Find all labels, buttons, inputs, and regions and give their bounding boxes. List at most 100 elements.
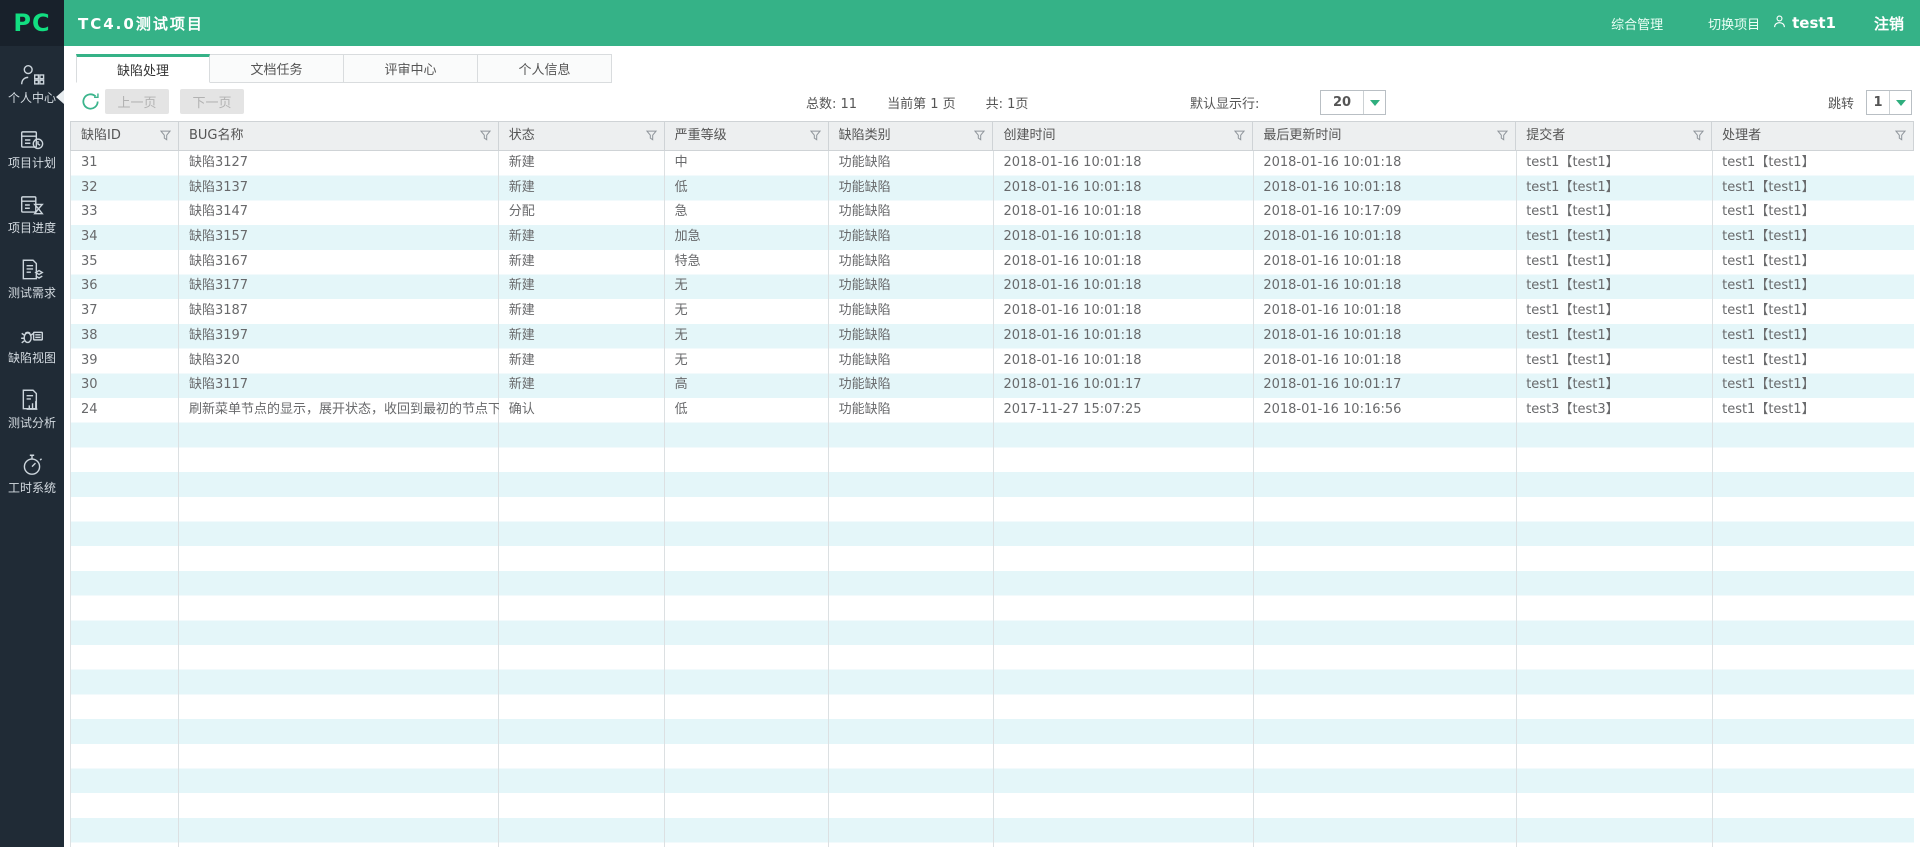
table-cell: 39 — [71, 349, 179, 374]
table-cell: 新建 — [499, 299, 665, 324]
column-header-label: 缺陷类别 — [839, 128, 891, 143]
sidebar-nav: 个人中心 项目计划 项目进度 — [0, 46, 64, 516]
table-cell: 功能缺陷 — [829, 274, 994, 299]
table-row[interactable]: 24刷新菜单节点的显示，展开状态，收回到最初的节点下确认低功能缺陷2017-11… — [71, 398, 1914, 423]
table-cell: 功能缺陷 — [829, 176, 994, 201]
logout-button[interactable]: 注销 — [1874, 13, 1904, 34]
table-cell: 功能缺陷 — [829, 398, 994, 423]
menu-item-admin[interactable]: 综合管理 — [1611, 14, 1663, 33]
table-row[interactable]: 38缺陷3197新建无功能缺陷2018-01-16 10:01:182018-0… — [71, 324, 1914, 349]
doc-chart-icon — [0, 387, 64, 413]
person-grid-icon — [0, 62, 64, 88]
table-row[interactable]: 32缺陷3137新建低功能缺陷2018-01-16 10:01:182018-0… — [71, 176, 1914, 201]
table-cell: 高 — [665, 373, 829, 398]
sidebar-item-project-plan[interactable]: 项目计划 — [0, 127, 64, 191]
tab-document-tasks[interactable]: 文档任务 — [210, 54, 344, 83]
column-header-status[interactable]: 状态 — [499, 122, 665, 150]
sidebar: PC 个人中心 项目计划 — [0, 0, 64, 847]
table-cell: test1【test1】 — [1712, 299, 1914, 324]
table-cell: 新建 — [499, 225, 665, 250]
table-row[interactable]: 33缺陷3147分配急功能缺陷2018-01-16 10:01:182018-0… — [71, 200, 1914, 225]
table-row[interactable]: 34缺陷3157新建加急功能缺陷2018-01-16 10:01:182018-… — [71, 225, 1914, 250]
sidebar-item-work-hours[interactable]: 工时系统 — [0, 452, 64, 516]
table-cell: 2018-01-16 10:01:18 — [993, 225, 1253, 250]
table-cell: 缺陷3117 — [179, 373, 499, 398]
table-cell: 2018-01-16 10:01:18 — [1253, 349, 1516, 374]
table-cell: 2018-01-16 10:01:18 — [1253, 250, 1516, 275]
table-cell: 功能缺陷 — [829, 349, 994, 374]
sidebar-item-personal-center[interactable]: 个人中心 — [0, 62, 64, 126]
table-cell: 新建 — [499, 250, 665, 275]
rows-per-page-value: 20 — [1321, 91, 1364, 114]
table-row[interactable]: 39缺陷320新建无功能缺陷2018-01-16 10:01:182018-01… — [71, 349, 1914, 374]
table-cell: 确认 — [499, 398, 665, 423]
table-row[interactable]: 36缺陷3177新建无功能缺陷2018-01-16 10:01:182018-0… — [71, 274, 1914, 299]
column-header-id[interactable]: 缺陷ID — [71, 122, 179, 150]
tab-review-center[interactable]: 评审中心 — [344, 54, 478, 83]
column-header-updated[interactable]: 最后更新时间 — [1253, 122, 1516, 150]
table-cell: test1【test1】 — [1516, 151, 1712, 176]
current-page: 当前第 1 页 — [887, 93, 956, 112]
rows-per-page-select[interactable]: 20 — [1320, 90, 1386, 115]
table-cell: 缺陷3157 — [179, 225, 499, 250]
table-cell: test1【test1】 — [1516, 299, 1712, 324]
tab-personal-info[interactable]: 个人信息 — [478, 54, 612, 83]
sidebar-collapse-arrow-icon[interactable] — [56, 90, 64, 104]
table-cell: 2018-01-16 10:01:18 — [1253, 225, 1516, 250]
table-cell: 新建 — [499, 373, 665, 398]
column-header-created[interactable]: 创建时间 — [993, 122, 1253, 150]
defect-table: 缺陷IDBUG名称状态严重等级缺陷类别 创建时间最后更新时间 提交者处理者 31缺陷… — [70, 121, 1914, 847]
filter-icon[interactable] — [974, 130, 985, 141]
column-header-handler[interactable]: 处理者 — [1712, 122, 1914, 150]
refresh-icon[interactable] — [80, 91, 101, 116]
table-row[interactable]: 30缺陷3117新建高功能缺陷2018-01-16 10:01:172018-0… — [71, 373, 1914, 398]
next-page-button[interactable]: 下一页 — [180, 89, 244, 114]
tab-defect-handling[interactable]: 缺陷处理 — [76, 54, 210, 83]
column-header-label: 最后更新时间 — [1263, 128, 1341, 143]
username[interactable]: test1 — [1792, 14, 1836, 32]
table-row[interactable]: 37缺陷3187新建无功能缺陷2018-01-16 10:01:182018-0… — [71, 299, 1914, 324]
table-cell: 37 — [71, 299, 179, 324]
table-cell: 缺陷3167 — [179, 250, 499, 275]
sidebar-item-test-analysis[interactable]: 测试分析 — [0, 387, 64, 451]
table-cell: test1【test1】 — [1712, 225, 1914, 250]
filter-icon[interactable] — [1234, 130, 1245, 141]
table-cell: 新建 — [499, 324, 665, 349]
filter-icon[interactable] — [160, 130, 171, 141]
table-cell: 无 — [665, 274, 829, 299]
filter-icon[interactable] — [480, 130, 491, 141]
table-cell: 2018-01-16 10:01:18 — [993, 299, 1253, 324]
table-row[interactable]: 31缺陷3127新建中功能缺陷2018-01-16 10:01:182018-0… — [71, 151, 1914, 176]
sidebar-item-defect-view[interactable]: 缺陷视图 — [0, 322, 64, 386]
table-cell: test1【test1】 — [1712, 398, 1914, 423]
app-logo[interactable]: PC — [0, 0, 64, 46]
page-title: TC4.0测试项目 — [78, 13, 1611, 34]
table-cell: 缺陷320 — [179, 349, 499, 374]
sidebar-item-test-requirements[interactable]: 测试需求 — [0, 257, 64, 321]
table-row[interactable]: 35缺陷3167新建特急功能缺陷2018-01-16 10:01:182018-… — [71, 250, 1914, 275]
table-cell: test1【test1】 — [1712, 250, 1914, 275]
prev-page-button[interactable]: 上一页 — [105, 89, 169, 114]
column-header-severity[interactable]: 严重等级 — [665, 122, 829, 150]
column-header-category[interactable]: 缺陷类别 — [829, 122, 994, 150]
table-cell: 32 — [71, 176, 179, 201]
filter-icon[interactable] — [1693, 130, 1704, 141]
jump-page-select[interactable]: 1 — [1866, 90, 1912, 115]
tab-bar: 缺陷处理 文档任务 评审中心 个人信息 — [64, 46, 1920, 83]
sidebar-item-project-progress[interactable]: 项目进度 — [0, 192, 64, 256]
filter-icon[interactable] — [1497, 130, 1508, 141]
column-header-submitter[interactable]: 提交者 — [1516, 122, 1712, 150]
filter-icon[interactable] — [1895, 130, 1906, 141]
table-cell: 2018-01-16 10:01:18 — [993, 324, 1253, 349]
bug-list-icon — [0, 322, 64, 348]
sidebar-item-label: 项目进度 — [0, 221, 64, 235]
table-cell: test1【test1】 — [1712, 373, 1914, 398]
table-cell: 急 — [665, 200, 829, 225]
pagination-stats: 总数: 11 当前第 1 页 共: 1页 — [806, 83, 1028, 121]
table-cell: 24 — [71, 398, 179, 423]
menu-item-switch-project[interactable]: 切换项目 — [1708, 14, 1760, 33]
table-cell: 新建 — [499, 176, 665, 201]
filter-icon[interactable] — [646, 130, 657, 141]
column-header-name[interactable]: BUG名称 — [179, 122, 499, 150]
filter-icon[interactable] — [810, 130, 821, 141]
